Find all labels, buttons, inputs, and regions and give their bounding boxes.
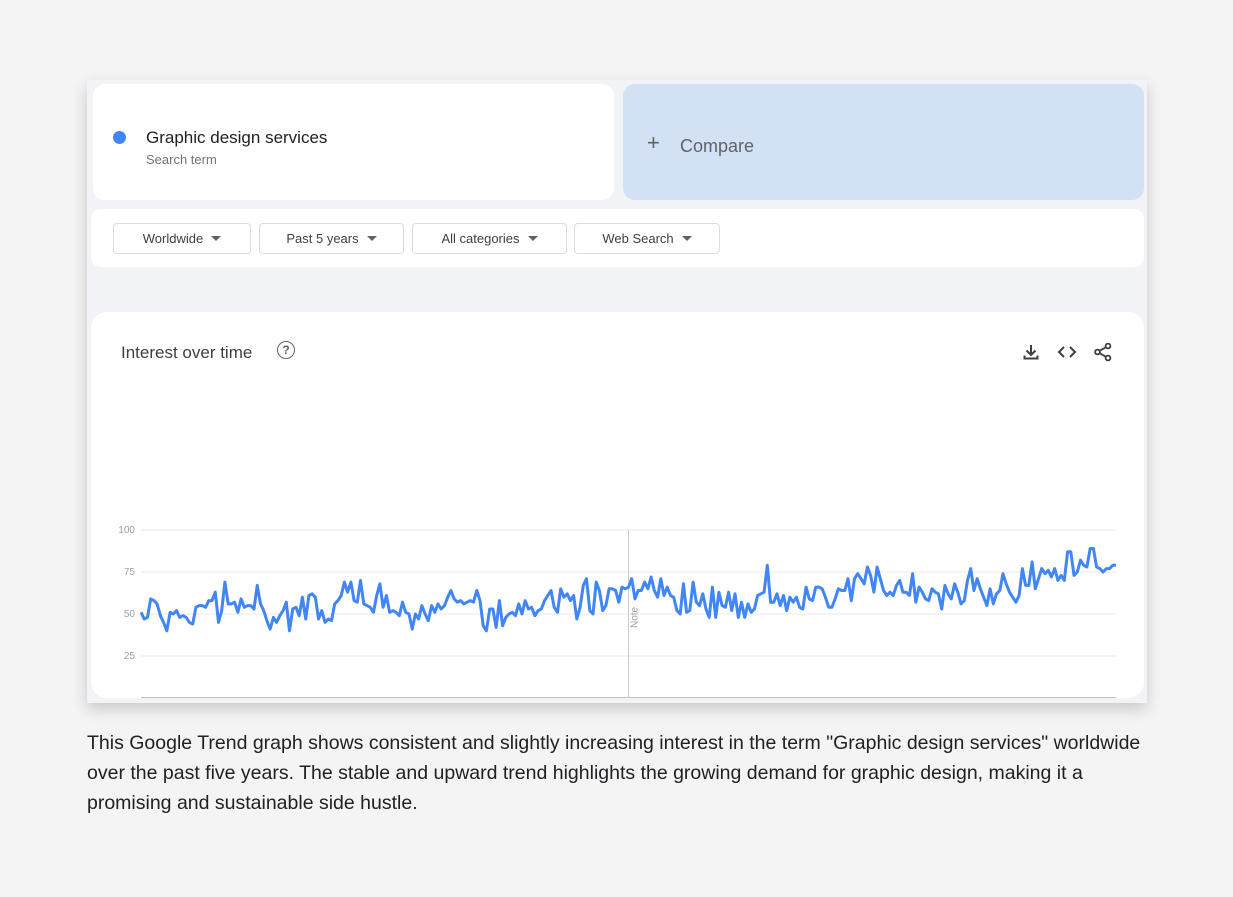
- search-term-card[interactable]: Graphic design services Search term: [93, 84, 614, 200]
- caption-text: This Google Trend graph shows consistent…: [87, 732, 1141, 814]
- trends-panel: Graphic design services Search term + Co…: [87, 80, 1147, 703]
- compare-label: Compare: [680, 136, 755, 156]
- y-tick-label: 25: [124, 651, 136, 662]
- dropdown-arrow-icon: [527, 236, 538, 241]
- filter-category[interactable]: All categories: [412, 223, 567, 254]
- filter-location[interactable]: Worldwide: [113, 223, 251, 254]
- filter-search-type-label: Web Search: [602, 231, 674, 246]
- interest-over-time-card: Interest over time ? 255075100Jul 7, 201…: [91, 312, 1144, 698]
- plus-icon: +: [647, 130, 660, 155]
- compare-button[interactable]: + Compare: [623, 84, 1144, 200]
- note-marker-label: Note: [630, 606, 641, 628]
- filters-bar: Worldwide Past 5 years All categories We…: [91, 209, 1144, 267]
- y-tick-label: 75: [124, 567, 136, 578]
- search-term-name[interactable]: Graphic design services: [146, 128, 327, 148]
- filter-time-label: Past 5 years: [286, 231, 359, 246]
- y-tick-label: 50: [124, 609, 136, 620]
- dropdown-arrow-icon: [211, 236, 222, 241]
- y-tick-label: 100: [118, 525, 135, 536]
- filter-search-type[interactable]: Web Search: [574, 223, 720, 254]
- search-term-subtitle: Search term: [146, 152, 217, 167]
- term-color-dot: [113, 131, 126, 144]
- filter-category-label: All categories: [441, 231, 520, 246]
- filter-time-range[interactable]: Past 5 years: [259, 223, 404, 254]
- dropdown-arrow-icon: [366, 236, 377, 241]
- dropdown-arrow-icon: [681, 236, 692, 241]
- filter-location-label: Worldwide: [142, 231, 204, 246]
- interest-chart: 255075100Jul 7, 2019Jan 10, 2021Jul 17, …: [118, 525, 1116, 698]
